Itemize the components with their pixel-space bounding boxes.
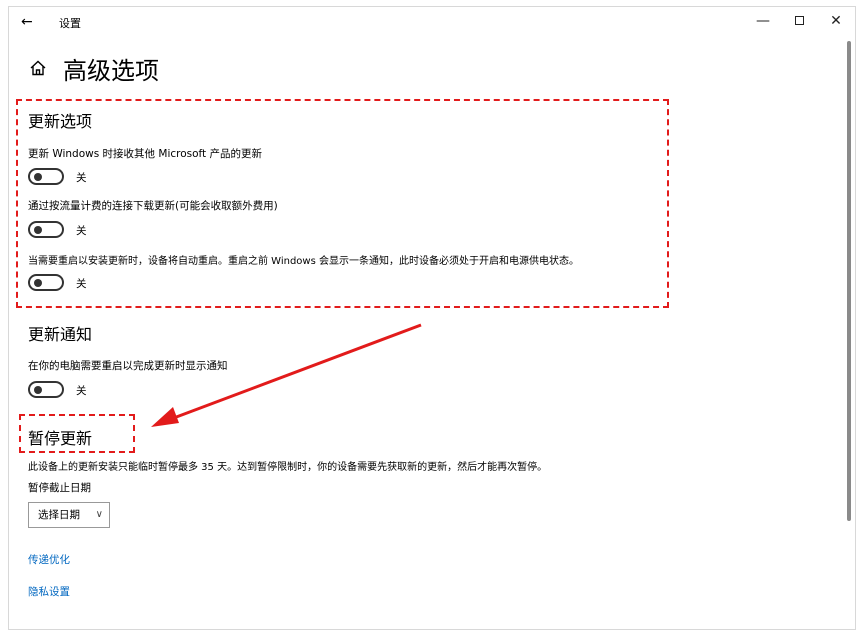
toggle-state-label: 关 [76, 278, 87, 290]
pause-date-dropdown[interactable]: 选择日期 ∨ [28, 502, 110, 528]
close-button[interactable]: ✕ [826, 11, 846, 31]
page-title: 高级选项 [63, 57, 159, 85]
toggle-state-label: 关 [76, 385, 87, 397]
chevron-down-icon: ∨ [95, 509, 103, 520]
window-title: 设置 [59, 17, 81, 30]
home-icon [30, 60, 46, 76]
pause-until-label: 暂停截止日期 [28, 482, 91, 494]
setting-label-metered-connection: 通过按流量计费的连接下载更新(可能会收取额外费用) [28, 200, 278, 212]
delivery-optimization-link[interactable]: 传递优化 [28, 552, 70, 567]
toggle-restart-notification[interactable] [28, 381, 64, 398]
settings-window: ← 设置 — ✕ 高级选项 更新选项 更新 Windows 时接收其他 Micr… [8, 6, 856, 630]
toggle-knob [34, 279, 42, 287]
toggle-metered-connection[interactable] [28, 221, 64, 238]
update-notifications-title: 更新通知 [28, 325, 93, 344]
toggle-other-products[interactable] [28, 168, 64, 185]
toggle-auto-restart[interactable] [28, 274, 64, 291]
arrow-head [151, 407, 179, 427]
pause-updates-description: 此设备上的更新安装只能临时暂停最多 35 天。达到暂停限制时，你的设备需要先获取… [28, 462, 548, 473]
toggle-state-label: 关 [76, 172, 87, 184]
pause-date-value: 选择日期 [38, 509, 80, 521]
privacy-settings-link[interactable]: 隐私设置 [28, 584, 70, 599]
setting-label-auto-restart: 当需要重启以安装更新时，设备将自动重启。重启之前 Windows 会显示一条通知… [28, 256, 579, 267]
title-bar: ← 设置 — ✕ [9, 7, 855, 37]
minimize-button[interactable]: — [753, 11, 773, 31]
setting-label-restart-notification: 在你的电脑需要重启以完成更新时显示通知 [28, 360, 228, 372]
toggle-knob [34, 386, 42, 394]
vertical-scrollbar[interactable] [847, 41, 851, 521]
back-arrow-icon[interactable]: ← [21, 13, 39, 31]
toggle-state-label: 关 [76, 225, 87, 237]
update-options-title: 更新选项 [28, 112, 93, 131]
maximize-button[interactable] [789, 11, 809, 31]
pause-updates-title: 暂停更新 [28, 429, 93, 448]
setting-label-other-products: 更新 Windows 时接收其他 Microsoft 产品的更新 [28, 148, 263, 160]
toggle-knob [34, 173, 42, 181]
maximize-icon [794, 16, 804, 25]
toggle-knob [34, 226, 42, 234]
